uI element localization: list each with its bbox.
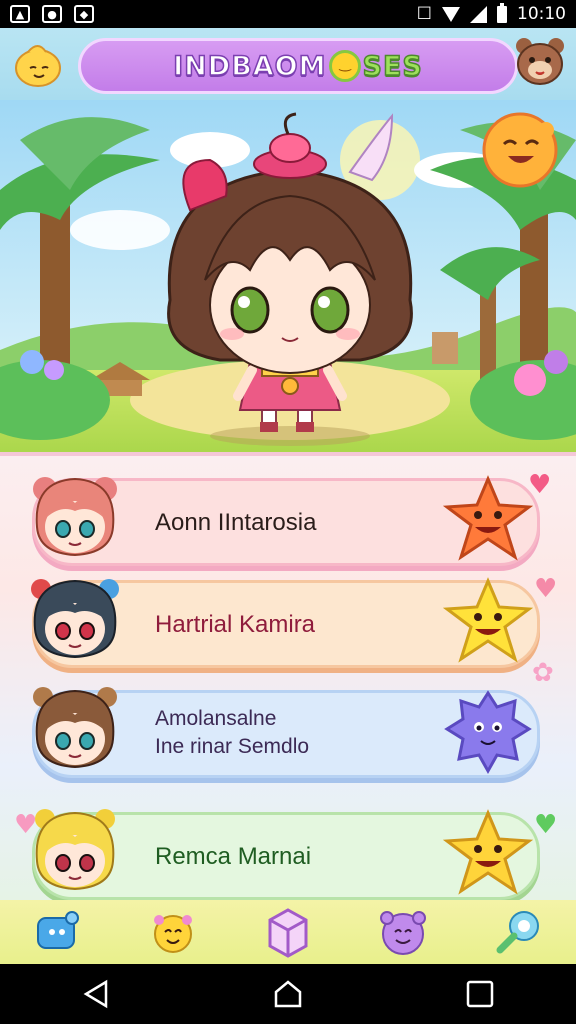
flower-icon: ✿ <box>532 658 554 688</box>
avatar-pink-hair <box>33 477 117 557</box>
sun-logo-icon <box>328 50 361 82</box>
character-list: Aonn IIntarosia ♥ Hartrial Kamira ♥ ✿ Am… <box>0 456 576 900</box>
home-icon[interactable] <box>264 974 312 1014</box>
character-name: Remca Marnai <box>155 843 312 870</box>
system-nav-bar <box>0 964 576 1024</box>
chat-icon[interactable] <box>32 906 84 958</box>
app-icon: ◆ <box>74 5 94 23</box>
smiling-sun-icon[interactable] <box>478 108 562 192</box>
back-icon[interactable] <box>72 974 120 1014</box>
character-card-3[interactable]: Amolansalne Ine rinar Semdlo <box>32 687 540 778</box>
heart-icon: ♥ <box>534 810 558 840</box>
clock: 10:10 <box>517 4 566 24</box>
monster-icon[interactable] <box>377 906 429 958</box>
character-name: Aonn IIntarosia <box>155 509 317 536</box>
mascot-icon[interactable] <box>147 906 199 958</box>
heart-icon: ♥ <box>534 574 558 604</box>
signal-icon <box>470 5 487 23</box>
yellow-mascot-icon[interactable] <box>12 38 64 90</box>
purple-blob-mascot <box>444 690 532 775</box>
battery-icon <box>497 2 507 23</box>
orange-star-mascot <box>443 475 533 561</box>
photo-icon: ● <box>42 5 62 23</box>
wifi-icon <box>442 6 460 22</box>
heart-icon: ♥ <box>528 470 552 500</box>
character-subtitle: Ine rinar Semdlo <box>155 735 310 758</box>
vibrate-icon: ☐ <box>416 4 432 24</box>
avatar-brown-hair <box>33 687 117 769</box>
box-icon[interactable] <box>262 906 314 958</box>
tool-icon[interactable] <box>492 906 544 958</box>
bear-mascot-icon[interactable] <box>512 34 568 94</box>
character-name: Amolansalne <box>155 707 277 730</box>
hero-scene <box>0 100 576 456</box>
avatar-dark-hair <box>31 579 119 659</box>
app-header: INDBAOM SES <box>0 28 576 100</box>
app-title-banner: INDBAOM SES <box>78 38 518 94</box>
character-name: Hartrial Kamira <box>155 611 316 638</box>
yellow-star-mascot <box>443 577 533 663</box>
app-title-suffix: SES <box>362 50 423 83</box>
yellow-star-mascot-2 <box>443 809 533 895</box>
status-bar: ▲ ● ◆ ☐ 10:10 <box>0 0 576 28</box>
character-card-2[interactable]: Hartrial Kamira <box>31 577 540 668</box>
character-card-4[interactable]: Remca Marnai <box>32 809 540 900</box>
recents-icon[interactable] <box>456 974 504 1014</box>
image-icon: ▲ <box>10 5 30 23</box>
character-card-1[interactable]: Aonn IIntarosia <box>32 475 540 566</box>
heart-icon: ♥ <box>14 810 38 840</box>
bottom-nav <box>0 900 576 964</box>
app-title: INDBAOM <box>172 50 327 83</box>
avatar-blonde-hair <box>35 809 115 891</box>
